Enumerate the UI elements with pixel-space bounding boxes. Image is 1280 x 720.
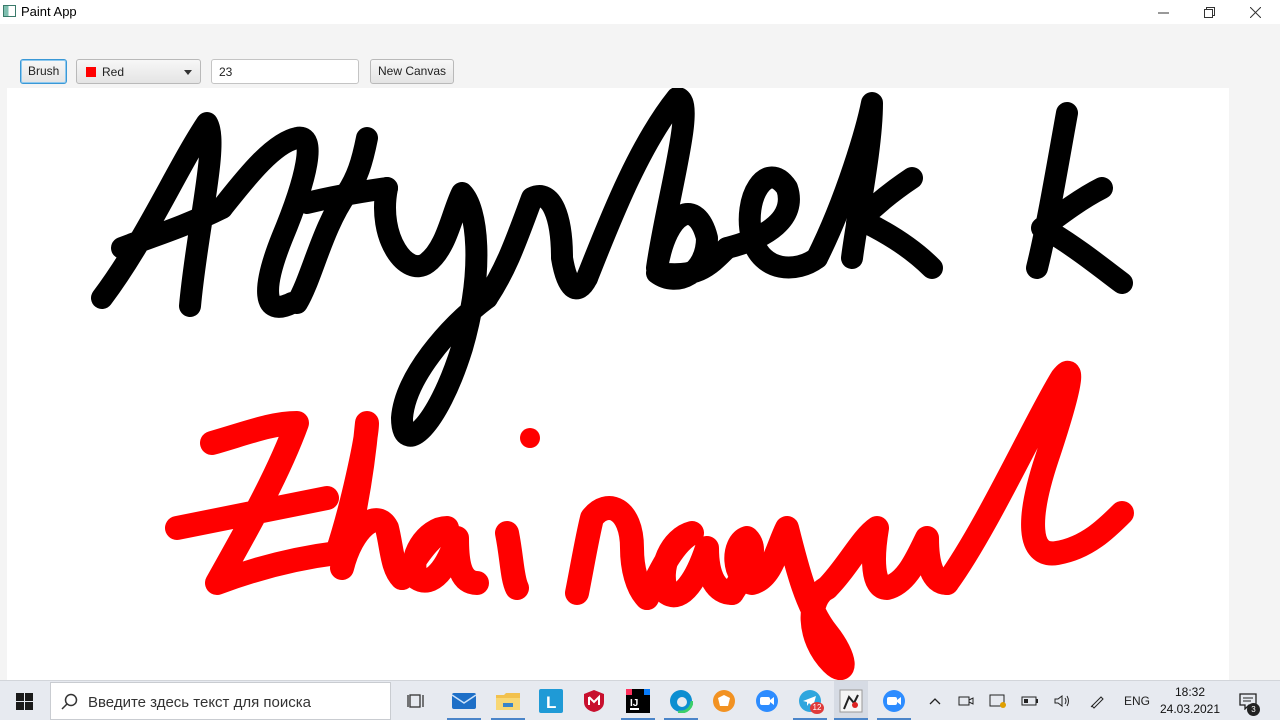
black-stroke-group: [91, 88, 1133, 447]
brush-size-input[interactable]: [211, 59, 359, 84]
network-status-icon[interactable]: [987, 681, 1009, 720]
meet-now-icon[interactable]: [955, 681, 977, 720]
search-icon: [61, 693, 78, 710]
stroke-letter-u: [815, 516, 959, 600]
mail-icon[interactable]: [450, 687, 478, 715]
color-select[interactable]: Red: [76, 59, 201, 84]
stroke-letter-n: [476, 185, 598, 309]
notification-count-badge: 3: [1247, 703, 1260, 716]
restore-button[interactable]: [1186, 0, 1232, 24]
drawing-canvas[interactable]: [7, 88, 1229, 680]
paint-app-icon[interactable]: [837, 687, 865, 715]
color-swatch: [86, 67, 96, 77]
stroke-letter-a-red: [635, 521, 744, 610]
brush-button[interactable]: Brush: [20, 59, 68, 84]
stroke-letter-i: [495, 521, 529, 600]
taskbar-search-box[interactable]: Введите здесь текст для поиска: [50, 682, 391, 720]
title-bar: Paint App: [0, 0, 1280, 24]
stroke-letter-l: [211, 126, 319, 318]
stroke-letter-A: [91, 112, 233, 317]
app-icon: [3, 5, 16, 17]
svg-text:L: L: [546, 693, 556, 712]
close-button[interactable]: [1232, 0, 1278, 24]
chevron-up-icon[interactable]: [924, 681, 946, 720]
minimize-button[interactable]: [1140, 0, 1186, 24]
new-canvas-button[interactable]: New Canvas: [370, 59, 455, 84]
stroke-letter-y: [374, 177, 498, 447]
stroke-letter-e: [716, 166, 828, 279]
windows-logo-icon: [15, 692, 33, 710]
stroke-letter-Z: [165, 411, 349, 595]
stroke-dot-i: [520, 428, 540, 448]
edge-icon[interactable]: [667, 687, 695, 715]
stroke-letter-a: [390, 516, 489, 595]
clock-date: 24.03.2021: [1159, 702, 1221, 716]
language-indicator[interactable]: ENG: [1120, 681, 1154, 720]
taskbar: Введите здесь текст для поиска L IJ 12 E…: [0, 680, 1280, 720]
battery-icon[interactable]: [1019, 681, 1041, 720]
pen-icon[interactable]: [1087, 681, 1109, 720]
svg-text:IJ: IJ: [630, 698, 638, 709]
browser-icon[interactable]: [710, 687, 738, 715]
mcafee-icon[interactable]: [580, 687, 608, 715]
stroke-letter-n-red: [565, 496, 659, 610]
stroke-letter-h: [325, 411, 414, 590]
intellij-icon[interactable]: IJ: [624, 687, 652, 715]
stroke-letter-l-red: [935, 360, 1134, 595]
clock-time: 18:32: [1174, 685, 1206, 699]
zoom-icon[interactable]: [753, 687, 781, 715]
zoom-active-icon[interactable]: [880, 687, 908, 715]
clock[interactable]: 18:32 24.03.2021: [1150, 684, 1230, 718]
search-placeholder: Введите здесь текст для поиска: [88, 694, 311, 711]
color-select-label: Red: [102, 65, 125, 79]
red-stroke-group: [165, 360, 1134, 680]
window-title: Paint App: [21, 4, 77, 19]
file-explorer-icon[interactable]: [494, 687, 522, 715]
windows-start-button[interactable]: [0, 681, 48, 720]
stroke-letter-b: [576, 88, 738, 290]
stroke-letter-k: [806, 92, 943, 279]
task-view-icon[interactable]: [403, 687, 431, 715]
volume-icon[interactable]: [1051, 681, 1073, 720]
l-app-icon[interactable]: L: [537, 687, 565, 715]
telegram-badge: 12: [810, 702, 824, 714]
stroke-letter-k-2: [1026, 102, 1133, 294]
chevron-down-icon: [184, 70, 192, 75]
